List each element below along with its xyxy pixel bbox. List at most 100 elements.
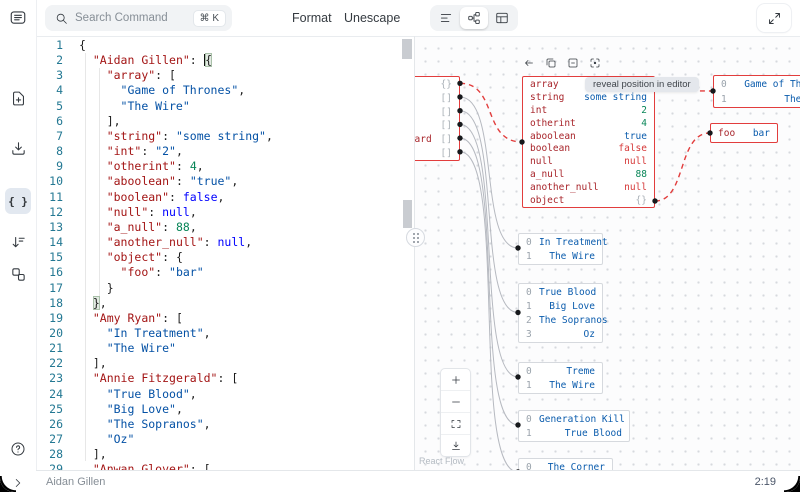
node-row[interactable]: another_null null: [523, 181, 654, 194]
node-row[interactable]: string some string: [523, 91, 654, 104]
graph-node-aidan[interactable]: array string some string int 2 otherint 4 abool…: [522, 76, 655, 208]
app-logo[interactable]: [9, 8, 27, 26]
code-line[interactable]: "True Blood",: [79, 387, 401, 402]
graph-node-alice[interactable]: 0 The Corner: [518, 458, 613, 470]
sort-button[interactable]: [9, 233, 27, 251]
search-input[interactable]: Search Command ⌘ K: [45, 5, 232, 31]
graph-view-button[interactable]: [460, 7, 488, 29]
graph-panel[interactable]: Aidan Gillen{}Amy Ryan[]Annie Fitzgerald…: [415, 36, 800, 470]
editor-scrollbar-marker[interactable]: [403, 200, 412, 228]
code-line[interactable]: "Game of Thrones",: [79, 83, 401, 98]
download-button[interactable]: [9, 139, 27, 157]
download-image-button[interactable]: [441, 435, 470, 456]
code-line[interactable]: }: [79, 281, 401, 296]
code-line[interactable]: ],: [79, 447, 401, 462]
node-row[interactable]: 0 Generation Kill: [519, 412, 629, 427]
row-value: The Corner: [547, 461, 605, 470]
zoom-in-button[interactable]: [441, 369, 470, 391]
code-line[interactable]: },: [79, 295, 401, 311]
code-line[interactable]: "Big Love",: [79, 402, 401, 417]
row-value: The Sopranos: [539, 314, 608, 326]
node-row[interactable]: object {}: [523, 194, 654, 207]
panel-divider: [414, 36, 415, 470]
node-row[interactable]: int 2: [523, 104, 654, 117]
node-row[interactable]: 0 True Blood: [519, 285, 602, 299]
code-line[interactable]: "Oz": [79, 432, 401, 447]
code-line[interactable]: "otherint": 4,: [79, 159, 401, 174]
copy-node-button[interactable]: [544, 56, 557, 69]
code-line[interactable]: "array": [: [79, 68, 401, 83]
row-value: {}: [440, 79, 452, 91]
fit-view-button[interactable]: [441, 413, 470, 435]
node-row[interactable]: 0 Treme: [519, 364, 602, 379]
reveal-in-editor-button[interactable]: [522, 56, 535, 69]
graph-node-amy[interactable]: 0 In Treatment 1 The Wire: [518, 233, 608, 266]
node-row[interactable]: Alexander Skarsgard []: [415, 133, 459, 147]
collapse-sidebar-button[interactable]: [9, 474, 27, 492]
code-content[interactable]: { "Aidan Gillen": { "array": [ "Game of …: [79, 38, 401, 470]
editor-scrollbar-thumb[interactable]: [402, 39, 412, 59]
node-row[interactable]: 1 True Blood: [519, 427, 629, 442]
node-row[interactable]: Amy Ryan[]: [415, 92, 459, 106]
fullscreen-button[interactable]: [757, 4, 791, 32]
focus-node-button[interactable]: [588, 56, 601, 69]
node-row[interactable]: Aidan Gillen{}: [415, 78, 459, 92]
unescape-button[interactable]: Unescape: [344, 0, 400, 36]
node-row[interactable]: Annie Fitzgerald[]: [415, 105, 459, 119]
collapse-node-button[interactable]: [566, 56, 579, 69]
code-line[interactable]: "Aidan Gillen": {: [79, 53, 401, 68]
text-view-button[interactable]: [432, 7, 460, 29]
node-row[interactable]: 1 The Wire: [519, 250, 602, 265]
code-line[interactable]: "int": "2",: [79, 144, 401, 159]
format-button[interactable]: Format: [292, 0, 332, 36]
graph-node-annie[interactable]: 0 True Blood 1 Big Love 2 The Sopranos 3 Oz: [518, 283, 608, 343]
node-row[interactable]: 0 Game of Thrones: [714, 77, 800, 92]
node-row[interactable]: otherint 4: [523, 117, 654, 130]
code-line[interactable]: ],: [79, 114, 401, 129]
code-line[interactable]: "null": null,: [79, 205, 401, 220]
node-row[interactable]: 1 The Wire: [519, 379, 602, 394]
code-line[interactable]: "The Sopranos",: [79, 417, 401, 432]
graph-node-aidan_object[interactable]: foo bar: [710, 123, 778, 143]
code-line[interactable]: "object": {: [79, 250, 401, 265]
graph-node-root[interactable]: Aidan Gillen{}Amy Ryan[]Annie Fitzgerald…: [415, 76, 460, 162]
node-row[interactable]: boolean false: [523, 142, 654, 155]
code-line[interactable]: "string": "some string",: [79, 129, 401, 144]
node-row[interactable]: 3 Oz: [519, 328, 602, 342]
node-row[interactable]: 1 The Wire: [714, 92, 800, 107]
node-row[interactable]: 2 The Sopranos: [519, 313, 608, 327]
json-code-editor[interactable]: 1 2 3 4 5 6 7 8 9 10 11 12 13 14 15 16 17 18 19 20 21 22 23 24 2…: [36, 36, 415, 470]
node-row[interactable]: 0 The Corner: [519, 460, 612, 470]
code-line[interactable]: ],: [79, 356, 401, 371]
code-line[interactable]: "Annie Fitzgerald": [: [79, 371, 401, 386]
panel-resize-handle[interactable]: [406, 228, 425, 247]
code-line[interactable]: "boolean": false,: [79, 190, 401, 205]
code-line[interactable]: {: [79, 38, 401, 53]
node-row[interactable]: 0 In Treatment: [519, 235, 608, 250]
code-line[interactable]: "Anwan Glover": [: [79, 462, 401, 470]
graph-node-anwan[interactable]: 0 Treme 1 The Wire: [518, 362, 603, 395]
help-button[interactable]: [9, 440, 27, 458]
node-row[interactable]: Anwan Glover[]: [415, 119, 459, 133]
node-row[interactable]: foo bar: [711, 125, 777, 142]
code-line[interactable]: "a_null": 88,: [79, 220, 401, 235]
graph-node-aidan_array[interactable]: 0 Game of Thrones 1 The Wire: [713, 75, 800, 109]
table-view-button[interactable]: [488, 7, 516, 29]
code-line[interactable]: "another_null": null,: [79, 235, 401, 250]
zoom-out-button[interactable]: [441, 391, 470, 413]
node-row[interactable]: Alice Farmer[]: [415, 146, 459, 160]
transform-button[interactable]: [9, 265, 27, 283]
code-line[interactable]: "Amy Ryan": [: [79, 311, 401, 326]
code-line[interactable]: "foo": "bar": [79, 265, 401, 280]
code-line[interactable]: "The Wire": [79, 99, 401, 114]
node-row[interactable]: null null: [523, 155, 654, 168]
graph-node-alexander[interactable]: 0 Generation Kill 1 True Blood: [518, 410, 630, 443]
json-braces-button[interactable]: { }: [8, 192, 28, 210]
code-line[interactable]: "aboolean": "true",: [79, 174, 401, 189]
node-row[interactable]: a_null 88: [523, 168, 654, 181]
new-document-button[interactable]: [9, 89, 27, 107]
code-line[interactable]: "In Treatment",: [79, 326, 401, 341]
node-row[interactable]: aboolean true: [523, 130, 654, 143]
code-line[interactable]: "The Wire": [79, 341, 401, 356]
node-row[interactable]: 1 Big Love: [519, 299, 602, 313]
